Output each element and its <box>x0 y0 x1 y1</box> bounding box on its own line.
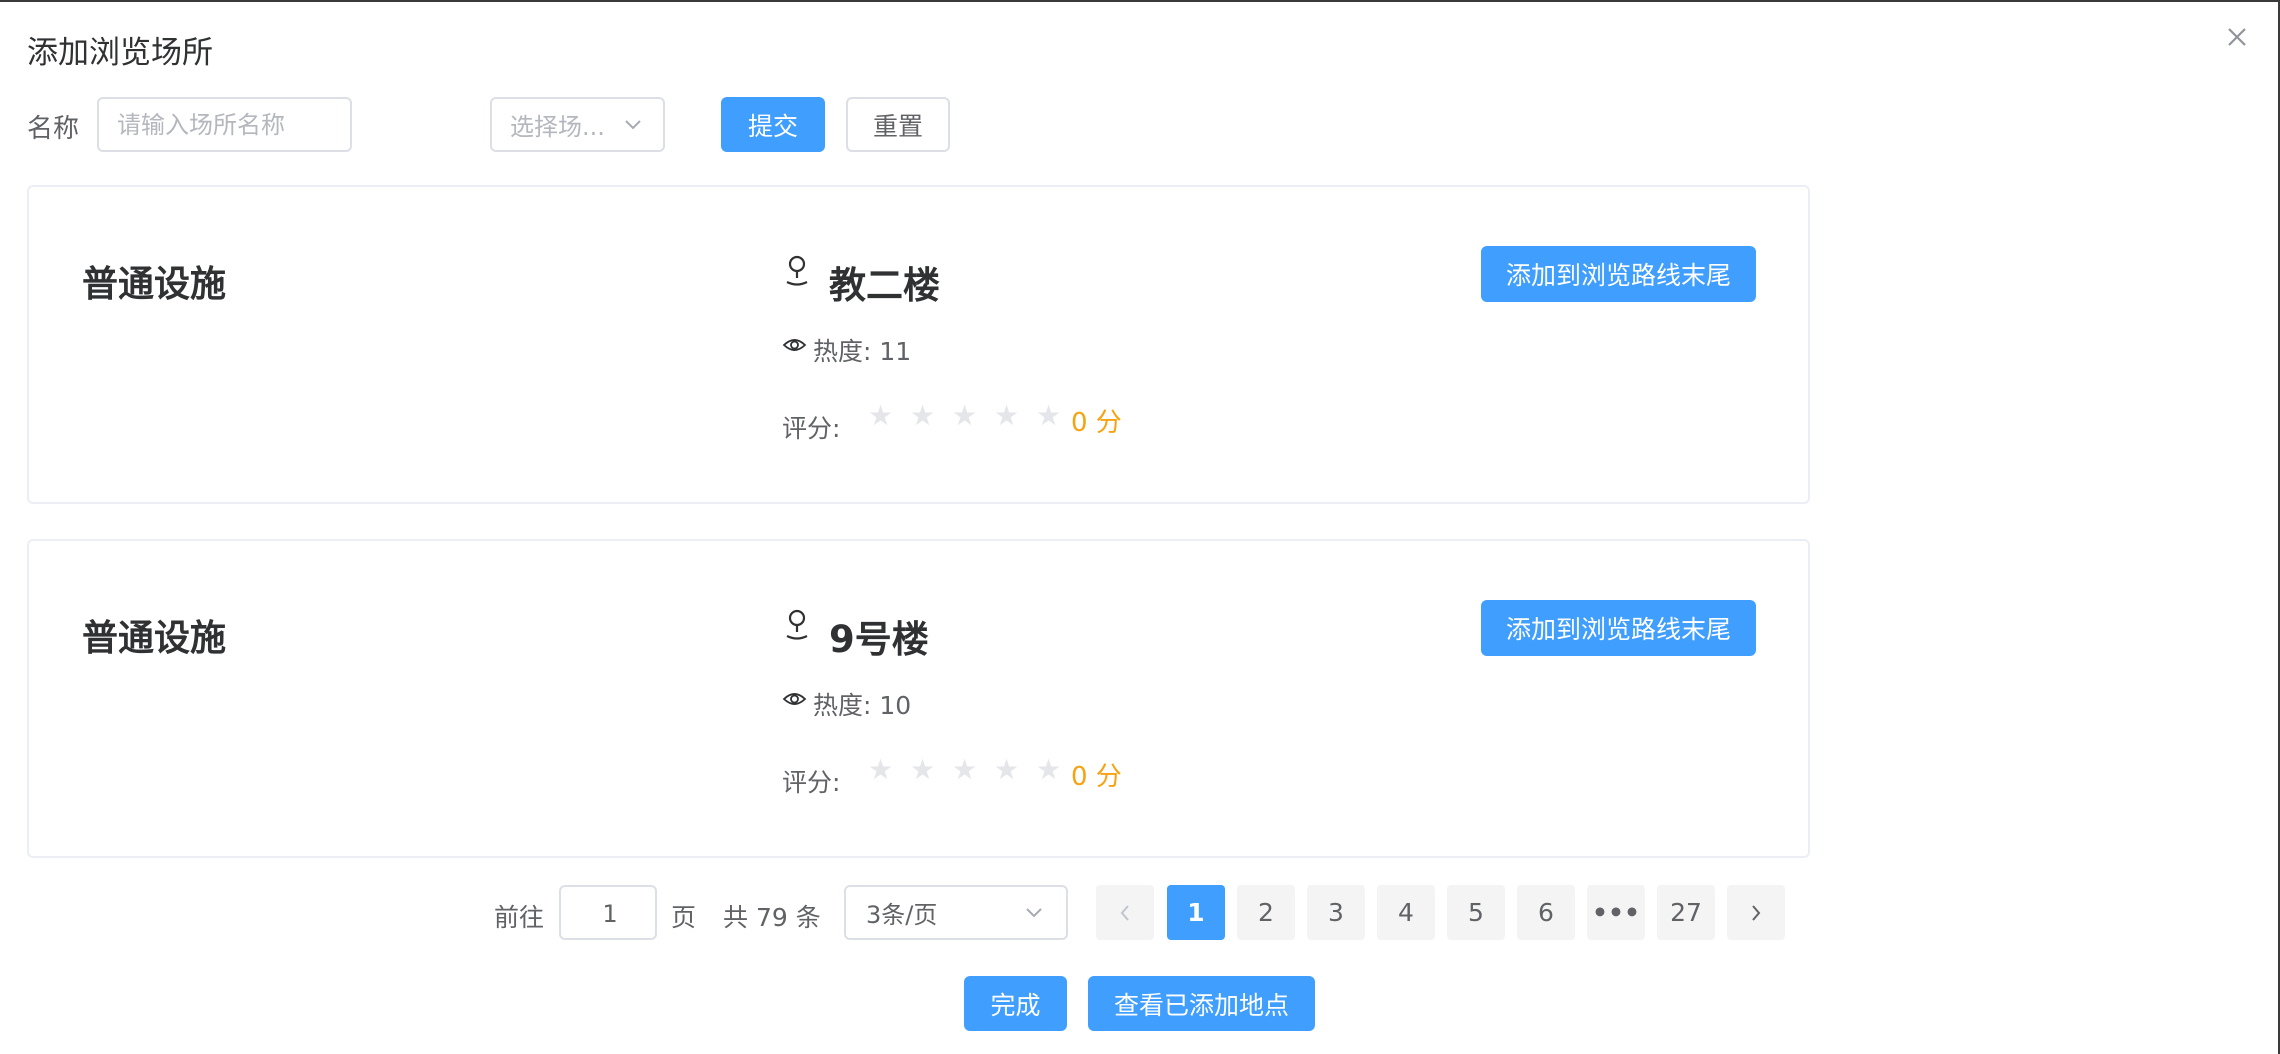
dialog-title: 添加浏览场所 <box>27 35 213 71</box>
star-rating[interactable]: ★ ★ ★ ★ ★ <box>865 402 1064 430</box>
place-name: 9号楼 <box>829 618 929 661</box>
place-card: 普通设施 9号楼 热度: 10 评分: ★ ★ ★ ★ ★ 0 分 添加到浏览路… <box>27 539 1810 858</box>
name-label: 名称 <box>27 114 80 144</box>
page-size-value: 3条/页 <box>866 901 938 929</box>
goto-label: 前往 <box>494 903 545 932</box>
chevron-down-icon <box>625 120 641 130</box>
star-icon[interactable]: ★ <box>907 756 938 784</box>
heat-text: 热度: 11 <box>813 337 912 366</box>
goto-input-wrapper <box>559 885 659 940</box>
score-text: 0 分 <box>1071 408 1122 438</box>
type-select-placeholder: 选择场... <box>510 113 605 141</box>
place-category: 普通设施 <box>82 618 227 659</box>
star-icon[interactable]: ★ <box>1033 756 1064 784</box>
name-input[interactable] <box>99 99 350 150</box>
submit-button[interactable]: 提交 <box>721 97 825 152</box>
page-button-1[interactable]: 1 <box>1167 885 1225 940</box>
rating-label: 评分: <box>782 768 841 797</box>
page-button-2[interactable]: 2 <box>1237 885 1295 940</box>
star-icon[interactable]: ★ <box>991 402 1022 430</box>
star-icon[interactable]: ★ <box>991 756 1022 784</box>
page-button-27[interactable]: 27 <box>1657 885 1715 940</box>
star-rating[interactable]: ★ ★ ★ ★ ★ <box>865 756 1064 784</box>
goto-page-input[interactable] <box>561 887 659 940</box>
page-button-3[interactable]: 3 <box>1307 885 1365 940</box>
eye-icon <box>782 693 807 705</box>
score-text: 0 分 <box>1071 762 1122 792</box>
star-icon[interactable]: ★ <box>949 402 980 430</box>
window-top-border <box>0 0 2280 2</box>
prev-page-button[interactable] <box>1096 885 1154 940</box>
more-pages-button[interactable]: ••• <box>1587 885 1645 940</box>
finish-button[interactable]: 完成 <box>964 976 1067 1031</box>
add-to-route-button[interactable]: 添加到浏览路线末尾 <box>1481 246 1756 302</box>
type-select[interactable]: 选择场... <box>490 97 665 152</box>
page-button-6[interactable]: 6 <box>1517 885 1575 940</box>
eye-icon <box>782 339 807 351</box>
add-to-route-button[interactable]: 添加到浏览路线末尾 <box>1481 600 1756 656</box>
place-category: 普通设施 <box>82 264 227 305</box>
close-button[interactable] <box>2222 22 2252 52</box>
name-input-wrapper <box>97 97 352 152</box>
page-size-select[interactable]: 3条/页 <box>844 885 1068 940</box>
star-icon[interactable]: ★ <box>949 756 980 784</box>
star-icon[interactable]: ★ <box>865 756 896 784</box>
rating-label: 评分: <box>782 414 841 443</box>
page-suffix-label: 页 <box>671 903 697 932</box>
chevron-down-icon <box>1026 908 1042 918</box>
total-count: 共 79 条 <box>723 903 821 932</box>
page-button-4[interactable]: 4 <box>1377 885 1435 940</box>
view-added-places-button[interactable]: 查看已添加地点 <box>1088 976 1315 1031</box>
location-pin-icon <box>786 609 808 640</box>
place-name: 教二楼 <box>829 264 940 307</box>
chevron-right-icon <box>1752 904 1761 921</box>
heat-text: 热度: 10 <box>813 691 912 720</box>
reset-button[interactable]: 重置 <box>846 97 950 152</box>
star-icon[interactable]: ★ <box>1033 402 1064 430</box>
page-button-5[interactable]: 5 <box>1447 885 1505 940</box>
next-page-button[interactable] <box>1727 885 1785 940</box>
close-icon <box>2228 28 2246 46</box>
chevron-left-icon <box>1120 904 1129 921</box>
place-card: 普通设施 教二楼 热度: 11 评分: ★ ★ ★ ★ ★ 0 分 添加到浏览路… <box>27 185 1810 504</box>
location-pin-icon <box>786 255 808 286</box>
star-icon[interactable]: ★ <box>907 402 938 430</box>
star-icon[interactable]: ★ <box>865 402 896 430</box>
